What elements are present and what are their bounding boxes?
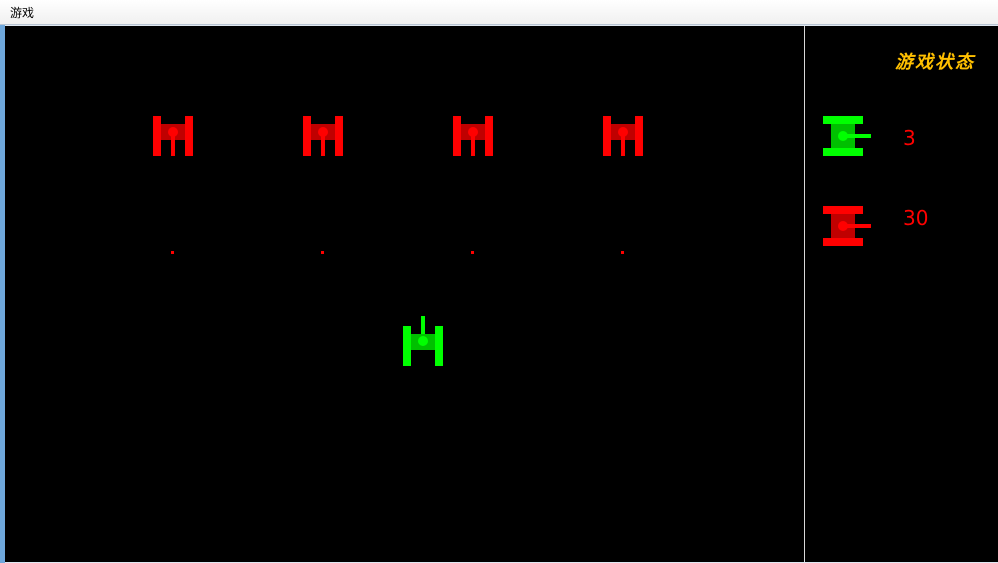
status-title: 游戏状态 (895, 52, 975, 73)
enemy-tank (153, 116, 193, 156)
enemy-tank-icon (823, 206, 871, 246)
enemy-tank (453, 116, 493, 156)
player-tank (403, 316, 443, 366)
player-tank-icon (823, 116, 871, 156)
enemy-tanks-count: 30 (903, 206, 929, 230)
enemy-bullet (621, 251, 624, 254)
enemy-tank (303, 116, 343, 156)
title-bar[interactable]: 游戏 (0, 0, 998, 25)
enemy-bullet (321, 251, 324, 254)
status-panel: 游戏状态 3 30 (805, 26, 998, 562)
enemy-tank (603, 116, 643, 156)
game-playfield[interactable] (5, 26, 804, 562)
window-title: 游戏 (10, 6, 35, 20)
enemy-bullet (171, 251, 174, 254)
player-tanks-count: 3 (903, 126, 916, 150)
game-window: 游戏 游戏状态 3 30 (0, 0, 998, 563)
enemy-bullet (471, 251, 474, 254)
